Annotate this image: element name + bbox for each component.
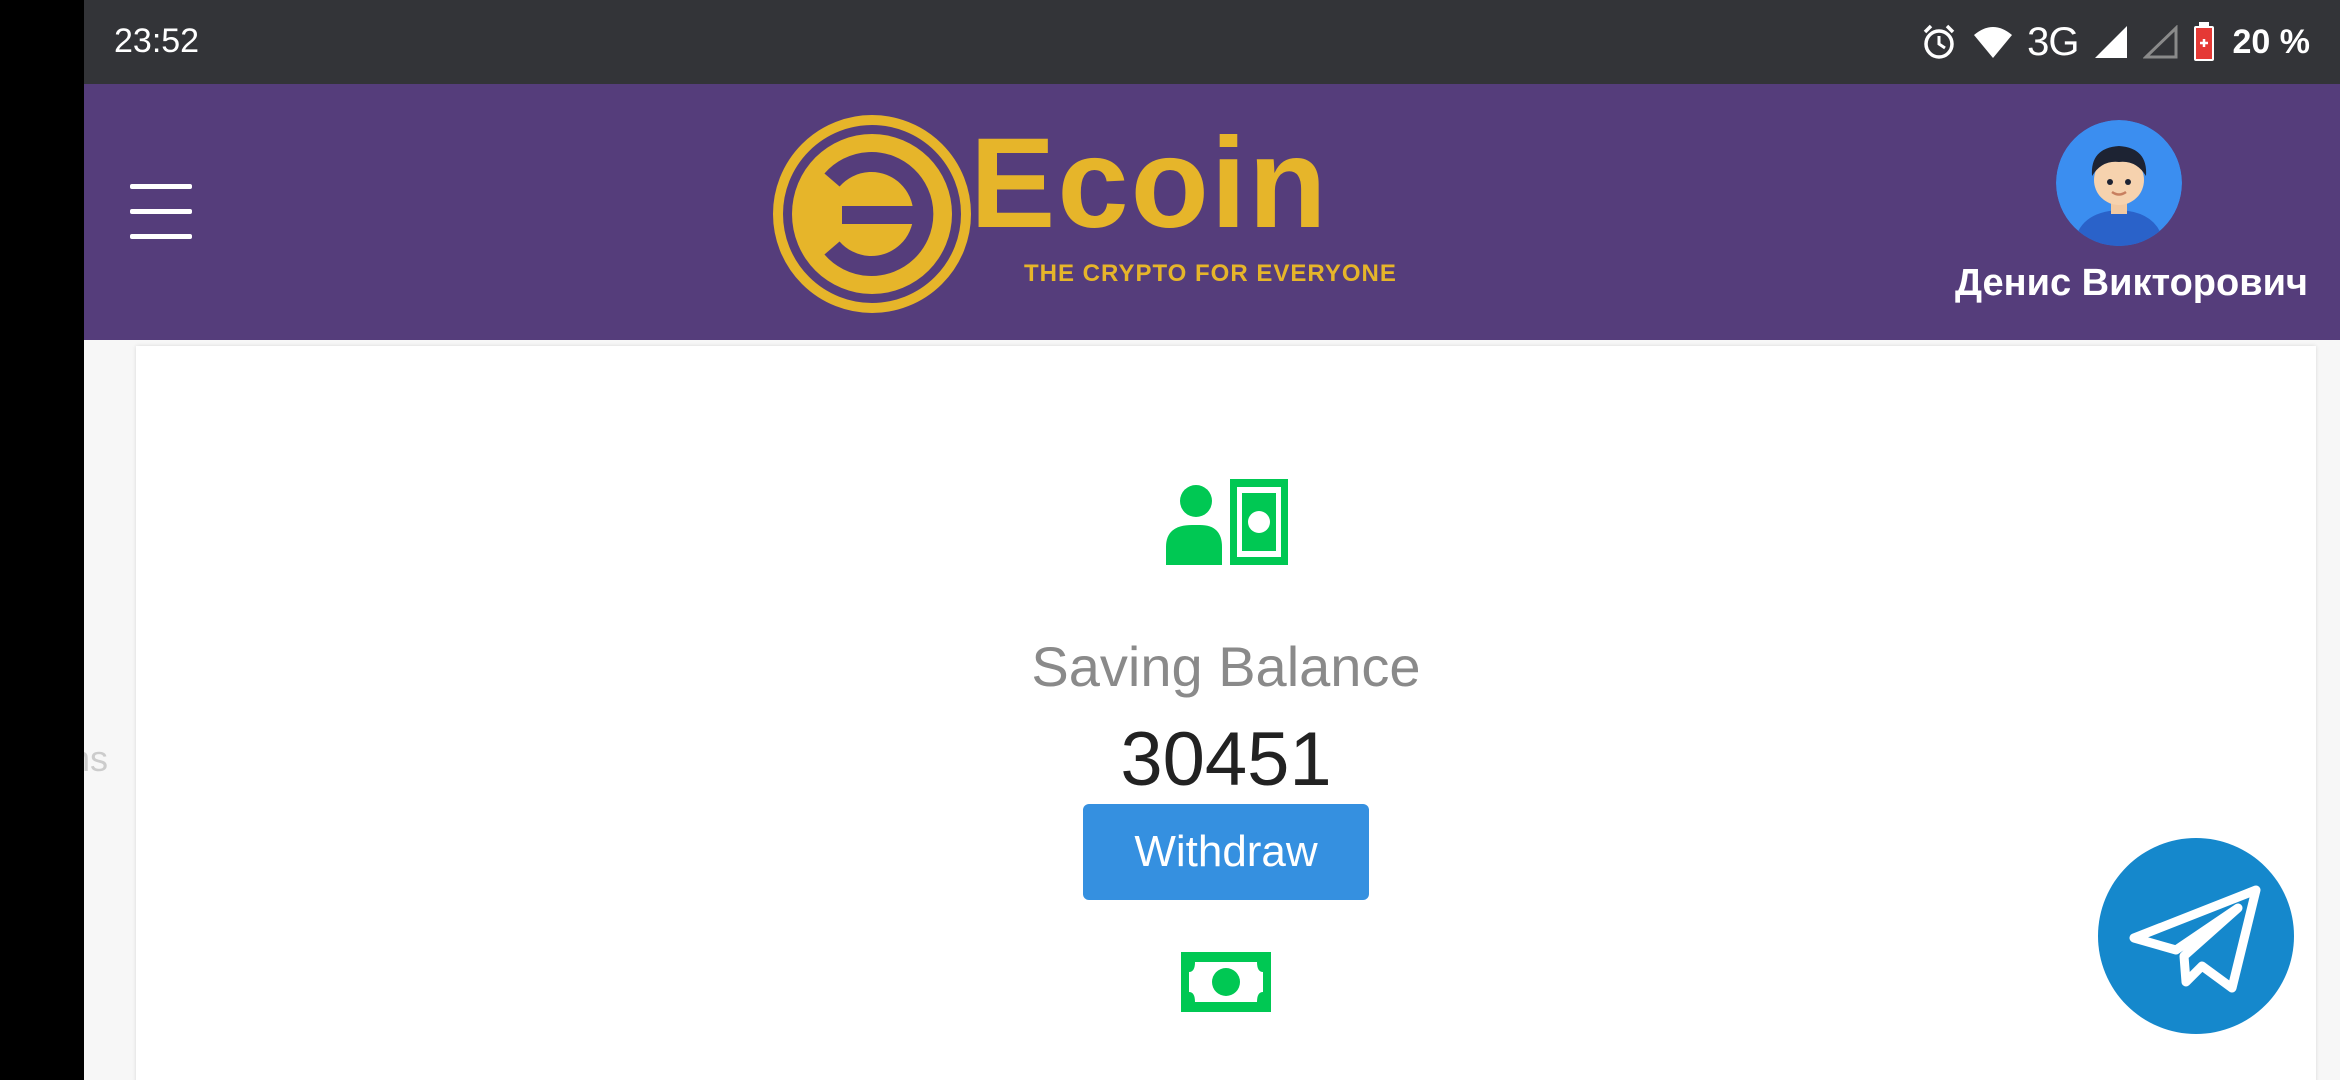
telegram-icon (2129, 885, 2261, 993)
saving-balance-label: Saving Balance (1031, 635, 1421, 698)
avatar-icon (2056, 120, 2182, 246)
user-money-icon (1166, 479, 1288, 565)
user-avatar[interactable] (2056, 120, 2182, 246)
wifi-icon (1974, 27, 2013, 58)
ecoin-logo[interactable]: Ecoin THE CRYPTO FOR EVERYONE (772, 112, 1396, 314)
brand-tagline: THE CRYPTO FOR EVERYONE (1024, 260, 1397, 287)
money-bill-icon (1181, 952, 1271, 1012)
network-type: 3G (2027, 19, 2079, 64)
battery-low-icon (2193, 22, 2214, 61)
ecoin-coin-icon (773, 115, 971, 313)
status-time: 23:52 (114, 22, 200, 60)
alarm-icon (1923, 24, 1955, 59)
hamburger-menu-icon[interactable] (130, 184, 192, 240)
phone-screen: 23:52 3G 20 % Ecoin THE CRYPTO FOR EVERY… (84, 0, 2340, 1080)
withdraw-button[interactable]: Withdraw (1083, 804, 1369, 900)
signal-icon (2094, 26, 2127, 58)
brand-name: Ecoin (970, 112, 1329, 255)
main-content: ns Saving Balance 30451 Withdraw (84, 340, 2340, 1080)
balance-card: Saving Balance 30451 Withdraw (136, 346, 2316, 1080)
signal-empty-icon (2142, 25, 2177, 59)
user-name[interactable]: Денис Викторович (1955, 262, 2308, 305)
telegram-button[interactable] (2098, 838, 2294, 1034)
drawer-edge-text: ns (84, 738, 109, 779)
app-header: Ecoin THE CRYPTO FOR EVERYONE Денис Викт… (84, 84, 2340, 340)
battery-percent: 20 % (2232, 22, 2311, 61)
status-icons: 3G 20 % (1919, 18, 2310, 66)
saving-balance-value: 30451 (1120, 717, 1332, 802)
status-bar: 23:52 3G 20 % (84, 0, 2340, 84)
